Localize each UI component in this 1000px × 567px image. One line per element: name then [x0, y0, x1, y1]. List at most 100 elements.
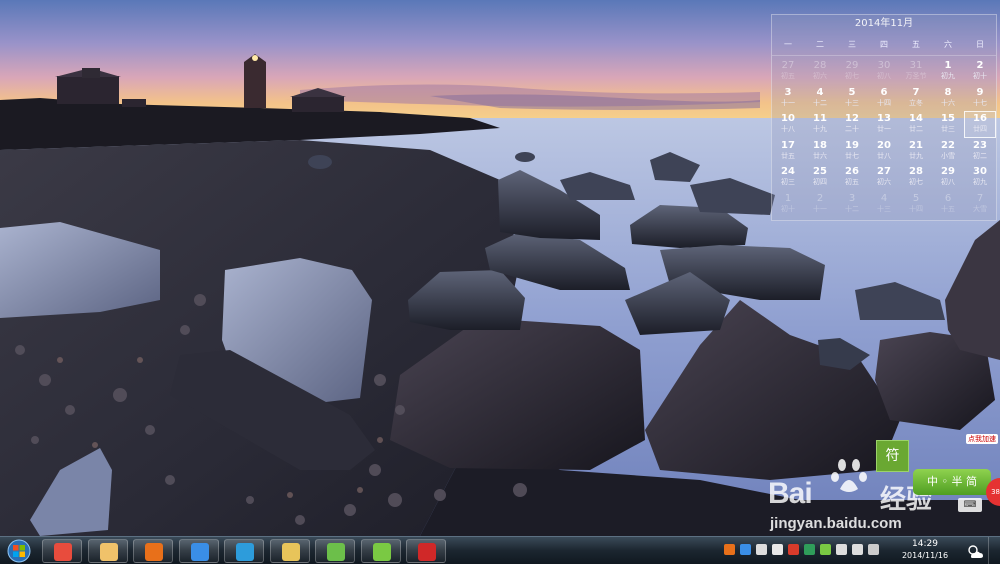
day-number: 23	[973, 139, 987, 151]
taskbar-button[interactable]	[315, 539, 355, 563]
taskbar-button[interactable]	[406, 539, 446, 563]
calendar-day[interactable]: 19 廿七	[836, 138, 868, 165]
ime-keyboard-icon[interactable]: ⌨	[958, 498, 982, 512]
app-icon[interactable]	[836, 544, 847, 555]
calendar-day[interactable]: 4 十三	[868, 191, 900, 218]
shield-icon[interactable]	[788, 544, 799, 555]
taskbar-clock[interactable]: 14:29 2014/11/16	[900, 538, 950, 562]
calendar-day[interactable]: 26 初五	[836, 164, 868, 191]
day-number: 4	[880, 192, 888, 204]
taskbar-button[interactable]	[42, 539, 82, 563]
taskbar-button[interactable]	[179, 539, 219, 563]
calendar-day-today[interactable]: 16 廿四	[964, 111, 996, 138]
calendar-day[interactable]: 7 大雪	[964, 191, 996, 218]
day-number: 2	[976, 60, 984, 71]
network-icon[interactable]	[772, 544, 783, 555]
start-button[interactable]	[4, 539, 34, 563]
calendar-day[interactable]: 8 十六	[932, 85, 964, 112]
calendar-day[interactable]: 4 十二	[804, 85, 836, 112]
day-number: 30	[877, 60, 891, 71]
calendar-day[interactable]: 30 初八	[868, 58, 900, 85]
calendar-day[interactable]: 12 二十	[836, 111, 868, 138]
calendar-day[interactable]: 22 小雪	[932, 138, 964, 165]
lunar-date: 廿五	[781, 151, 795, 160]
weather-icon[interactable]	[965, 541, 985, 565]
calendar-day[interactable]: 27 初六	[868, 164, 900, 191]
day-number: 17	[781, 139, 795, 151]
calendar-day[interactable]: 31 万圣节	[900, 58, 932, 85]
calendar-day[interactable]: 7 立冬	[900, 85, 932, 112]
day-number: 19	[845, 139, 859, 151]
lunar-date: 十一	[781, 98, 795, 107]
calendar-day[interactable]: 25 初四	[804, 164, 836, 191]
lunar-date: 初十	[781, 204, 795, 213]
lunar-date: 十九	[813, 125, 827, 133]
day-number: 7	[976, 192, 984, 204]
calendar-day[interactable]: 3 十一	[772, 85, 804, 112]
calendar-day[interactable]: 28 初六	[804, 58, 836, 85]
taskbar-button[interactable]	[88, 539, 128, 563]
calendar-day[interactable]: 2 十一	[804, 191, 836, 218]
weekday-label: 三	[848, 39, 856, 49]
calendar-day[interactable]: 27 初五	[772, 58, 804, 85]
day-number: 14	[909, 113, 923, 124]
ime-status-bar[interactable]: 中 ◦ 半 简	[913, 469, 991, 495]
calendar-day[interactable]: 18 廿六	[804, 138, 836, 165]
calendar-day[interactable]: 1 初九	[932, 58, 964, 85]
calendar-day[interactable]: 5 十四	[900, 191, 932, 218]
calendar-day[interactable]: 20 廿八	[868, 138, 900, 165]
lunar-date: 廿一	[877, 125, 891, 133]
lunar-date: 二十	[845, 125, 859, 133]
calendar-gadget[interactable]: 2014年11月 一二三四五六日 27 初五 28 初六 29 初七 30 初八 31 万圣节 1 初…	[771, 14, 997, 221]
taskbar-button[interactable]	[270, 539, 310, 563]
taskbar-button[interactable]	[133, 539, 173, 563]
calendar-day[interactable]: 5 十三	[836, 85, 868, 112]
taskbar-button[interactable]	[361, 539, 401, 563]
lunar-date: 万圣节	[905, 72, 927, 80]
calendar-day[interactable]: 28 初七	[900, 164, 932, 191]
calendar-day[interactable]: 13 廿一	[868, 111, 900, 138]
calendar-day[interactable]: 6 十五	[932, 191, 964, 218]
lunar-date: 十二	[845, 204, 859, 213]
weekday-label: 四	[880, 39, 888, 49]
signal-icon[interactable]	[852, 544, 863, 555]
lunar-date: 立冬	[909, 98, 923, 107]
lunar-date: 十四	[909, 204, 923, 213]
calendar-day[interactable]: 9 十七	[964, 85, 996, 112]
ime-speedup-badge[interactable]: 点我加速	[966, 434, 998, 444]
day-number: 11	[813, 113, 827, 124]
calendar-day[interactable]: 3 十二	[836, 191, 868, 218]
tray-app-icon[interactable]	[724, 544, 735, 555]
show-desktop-button[interactable]	[988, 537, 1000, 565]
day-number: 4	[816, 86, 824, 98]
security-icon[interactable]	[804, 544, 815, 555]
arrow-icon[interactable]	[756, 544, 767, 555]
weekday-label: 日	[976, 39, 984, 49]
plus-icon[interactable]	[820, 544, 831, 555]
calendar-day[interactable]: 10 十八	[772, 111, 804, 138]
day-number: 5	[848, 86, 856, 98]
help-icon[interactable]	[740, 544, 751, 555]
weekday-label: 一	[784, 39, 792, 49]
calendar-day[interactable]: 29 初七	[836, 58, 868, 85]
calendar-day[interactable]: 15 廿三	[932, 111, 964, 138]
calendar-day[interactable]: 1 初十	[772, 191, 804, 218]
lunar-date: 廿八	[877, 151, 891, 160]
day-number: 27	[781, 60, 795, 71]
calendar-day[interactable]: 29 初八	[932, 164, 964, 191]
calendar-day[interactable]: 2 初十	[964, 58, 996, 85]
calendar-day[interactable]: 17 廿五	[772, 138, 804, 165]
calendar-day[interactable]: 6 十四	[868, 85, 900, 112]
calendar-day[interactable]: 11 十九	[804, 111, 836, 138]
taskbar-button[interactable]	[224, 539, 264, 563]
volume-icon[interactable]	[868, 544, 879, 555]
lunar-date: 十六	[941, 98, 955, 107]
calendar-month-title: 2014年11月	[854, 18, 914, 29]
calendar-day[interactable]: 23 初二	[964, 138, 996, 165]
day-number: 18	[813, 139, 827, 151]
lunar-date: 廿四	[973, 125, 987, 133]
calendar-day[interactable]: 30 初九	[964, 164, 996, 191]
calendar-day[interactable]: 24 初三	[772, 164, 804, 191]
calendar-day[interactable]: 21 廿九	[900, 138, 932, 165]
calendar-day[interactable]: 14 廿二	[900, 111, 932, 138]
